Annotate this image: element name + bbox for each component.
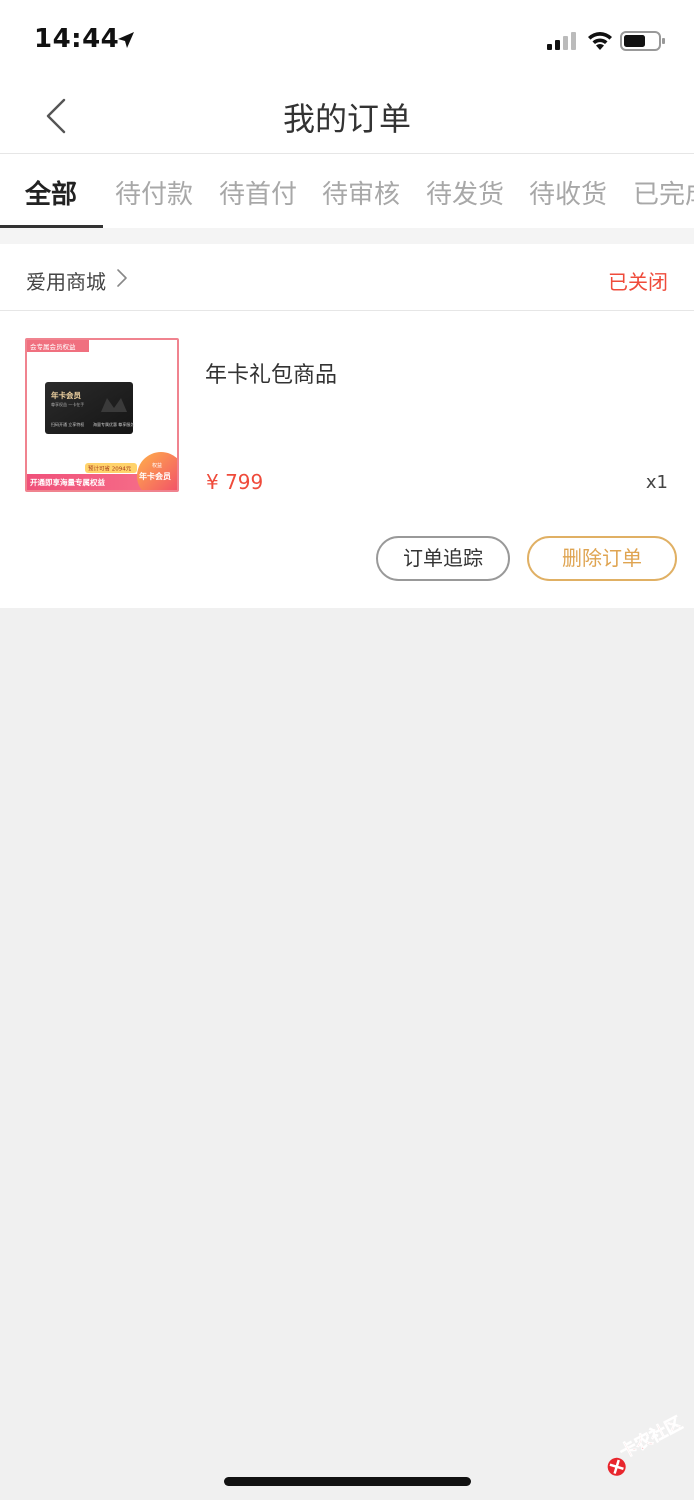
tab-pending-down-payment[interactable]: 待首付 [219,174,297,211]
nav-bar: 我的订单 [0,78,694,154]
section-divider [0,228,694,244]
image-card-left-note: 扫码开通 立享特权 [51,421,84,427]
image-card-title: 年卡会员 [51,390,81,400]
image-bottom-banner: 开通即享海量专属权益 [30,477,105,487]
product-price: ¥ 799 [206,470,264,494]
status-bar: 14:44 [0,0,694,78]
shop-name[interactable]: 爱用商城 [26,266,106,295]
image-top-badge: 会专属会员权益 [30,342,76,351]
order-status-badge: 已关闭 [608,270,668,294]
tab-pending-receipt[interactable]: 待收货 [529,174,607,211]
status-time: 14:44 [34,24,120,54]
track-order-button[interactable]: 订单追踪 [376,536,510,581]
tab-pending-shipment[interactable]: 待发货 [426,174,504,211]
watermark-logo: 卡农社区 [607,1412,686,1476]
delete-order-button[interactable]: 删除订单 [527,536,677,581]
page-title: 我的订单 [282,100,411,138]
annual-card-illustration: 会专属会员权益 年卡会员 尊享权益 一卡在手 扫码开通 立享特权 海量专属优惠 … [27,340,177,490]
order-tabs: 全部 待付款 待首付 待审核 待发货 待收货 已完成 [0,154,694,229]
tab-all[interactable]: 全部 [25,174,77,211]
image-card-subtitle: 尊享权益 一卡在手 [51,401,84,407]
home-indicator[interactable] [224,1477,471,1486]
wifi-icon [588,32,612,50]
image-promo-tag: 预计可省 2094元 [88,465,132,473]
watermark-text: 卡农社区 [616,1413,686,1463]
image-corner-badge-small: 权益 [152,462,162,469]
order-card[interactable]: 爱用商城 已关闭 会专属会员权益 年卡会员 尊享权益 一卡在手 扫码开通 立享特… [0,244,694,608]
tab-pending-review[interactable]: 待审核 [322,174,400,211]
shop-row[interactable]: 爱用商城 已关闭 [0,244,694,311]
battery-icon [620,31,665,51]
product-quantity: x1 [645,472,668,493]
tab-completed[interactable]: 已完成 [633,174,694,211]
tab-pending-payment[interactable]: 待付款 [115,174,193,211]
product-image[interactable]: 会专属会员权益 年卡会员 尊享权益 一卡在手 扫码开通 立享特权 海量专属优惠 … [25,338,179,492]
image-corner-badge: 年卡会员 [139,471,171,481]
cellular-signal-icon [547,32,576,50]
chevron-right-icon [117,269,127,287]
product-name[interactable]: 年卡礼包商品 [205,357,337,389]
image-card-right-note: 海量专属优惠 尊享服务 [93,421,134,427]
location-arrow-icon [118,32,134,48]
